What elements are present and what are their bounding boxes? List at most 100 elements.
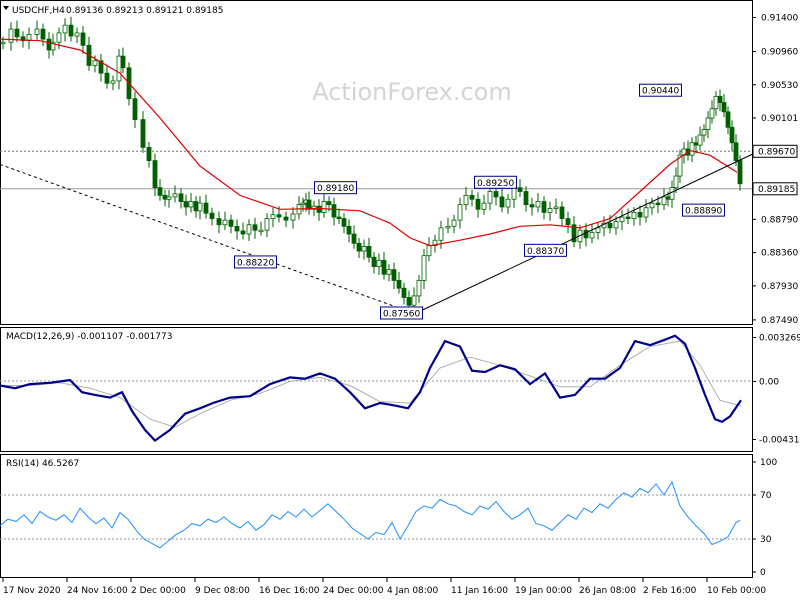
candle-body	[252, 224, 258, 231]
macd-tick-label: 0.00	[759, 377, 779, 387]
candle-body	[152, 160, 158, 189]
candle-body	[68, 24, 74, 37]
candle-body	[321, 201, 327, 213]
time-tick-label: 26 Jan 08:00	[579, 586, 636, 596]
candle-body	[457, 204, 463, 221]
time-tick-label: 11 Jan 16:00	[451, 586, 508, 596]
candle-body	[661, 196, 667, 206]
candle-body	[381, 259, 387, 275]
annotation-label: 0.90440	[642, 87, 679, 97]
time-tick-label: 2 Dec 00:00	[131, 586, 186, 596]
macd-tick-label: 0.003269	[759, 333, 800, 343]
price-annotation: 0.89180	[314, 181, 357, 195]
candle-body	[193, 201, 199, 212]
candle-body	[493, 191, 499, 198]
candle-body	[270, 214, 276, 219]
price-tick-label: 0.90960	[761, 48, 798, 58]
price-tick-label: 0.87930	[761, 282, 798, 292]
time-axis: 17 Nov 2020 24 Nov 16:00 2 Dec 00:00 9 Dec …	[2, 578, 766, 596]
price-annotation: 0.88370	[524, 243, 567, 257]
candle-body	[34, 28, 40, 35]
candle-body	[203, 202, 209, 214]
candle-body	[481, 202, 487, 210]
forex-chart: ActionForex.com 0.89180 0.89250 0.90440 0.8…	[0, 0, 800, 596]
candle-body	[451, 219, 457, 227]
candle-body	[234, 225, 240, 232]
candle-body	[523, 191, 529, 206]
candle-body	[499, 196, 505, 208]
candle-body	[8, 28, 14, 43]
price-annotation: 0.88890	[682, 203, 725, 217]
candle-body	[74, 32, 80, 37]
candle-body	[246, 224, 252, 235]
price-tick-label: 0.90101	[761, 114, 798, 124]
macd-panel-frame	[0, 327, 753, 452]
candle-body	[475, 198, 481, 210]
candle-body	[209, 212, 215, 219]
candle-body	[0, 41, 6, 45]
candle-body	[583, 229, 589, 239]
macd-axis: 0.003269 0.00 -0.004316	[752, 333, 800, 445]
candle-body	[463, 194, 469, 206]
current-price-label: 0.89185	[758, 185, 795, 195]
price-axis: 0.91400 0.90960 0.90530 0.90101 0.89670 0.891…	[752, 13, 798, 326]
candle-body	[487, 191, 493, 204]
candle-body	[559, 206, 565, 219]
candle-body	[655, 202, 661, 206]
price-panel-frame	[0, 0, 753, 325]
rsi-tick-label: 0	[760, 568, 766, 578]
candle-body	[166, 196, 172, 200]
candle-body	[140, 119, 146, 148]
candle-body	[517, 187, 523, 192]
time-tick-label: 24 Nov 16:00	[67, 586, 128, 596]
candle-body	[391, 269, 397, 281]
candle-body	[689, 142, 695, 156]
candle-body	[737, 160, 743, 185]
candle-body	[283, 216, 289, 221]
candle-body	[401, 287, 407, 298]
rsi-tick-label: 70	[760, 491, 772, 501]
candle-body	[411, 295, 417, 306]
candle-body	[116, 55, 122, 82]
candle-body	[386, 269, 392, 275]
candle-body	[132, 98, 138, 120]
candle-body	[222, 219, 228, 226]
time-tick-label: 19 Jan 00:00	[515, 586, 572, 596]
candle-body	[713, 95, 719, 110]
candle-body	[356, 242, 362, 252]
time-tick-label: 2 Feb 16:00	[643, 586, 697, 596]
macd-tick-label: -0.004316	[759, 435, 800, 445]
annotation-label: 0.88370	[527, 247, 564, 257]
annotation-label: 0.88220	[237, 258, 274, 268]
candle-body	[371, 256, 377, 267]
candle-body	[625, 216, 631, 219]
candle-body	[673, 175, 679, 189]
candle-body	[613, 221, 619, 229]
candle-body	[637, 211, 643, 218]
candle-body	[110, 80, 116, 84]
price-annotation: 0.89250	[474, 175, 517, 189]
rsi-panel-frame	[0, 454, 753, 578]
price-annotation: 0.88220	[234, 255, 277, 268]
rsi-axis: 100 70 30 0	[752, 458, 777, 578]
candle-body	[162, 194, 168, 200]
candle-body	[469, 194, 475, 200]
candle-body	[669, 187, 675, 200]
candle-body	[258, 229, 264, 233]
rsi-title: RSI(14) 46.5267	[6, 459, 79, 469]
candle-body	[547, 208, 553, 213]
candle-body	[565, 218, 571, 226]
price-tick-label: 0.88360	[761, 249, 798, 259]
candle-body	[631, 211, 637, 219]
candle-body	[705, 117, 711, 131]
candle-body	[376, 259, 382, 267]
chart-header: USDCHF,H4 0.89136 0.89213 0.89121 0.8918…	[3, 6, 223, 16]
candle-body	[697, 134, 703, 146]
candle-body	[216, 218, 222, 226]
candle-body	[421, 255, 427, 281]
candle-body	[511, 187, 517, 200]
candle-body	[183, 201, 189, 208]
candle-body	[228, 219, 234, 227]
candle-body	[172, 193, 178, 198]
candle-body	[346, 225, 352, 235]
